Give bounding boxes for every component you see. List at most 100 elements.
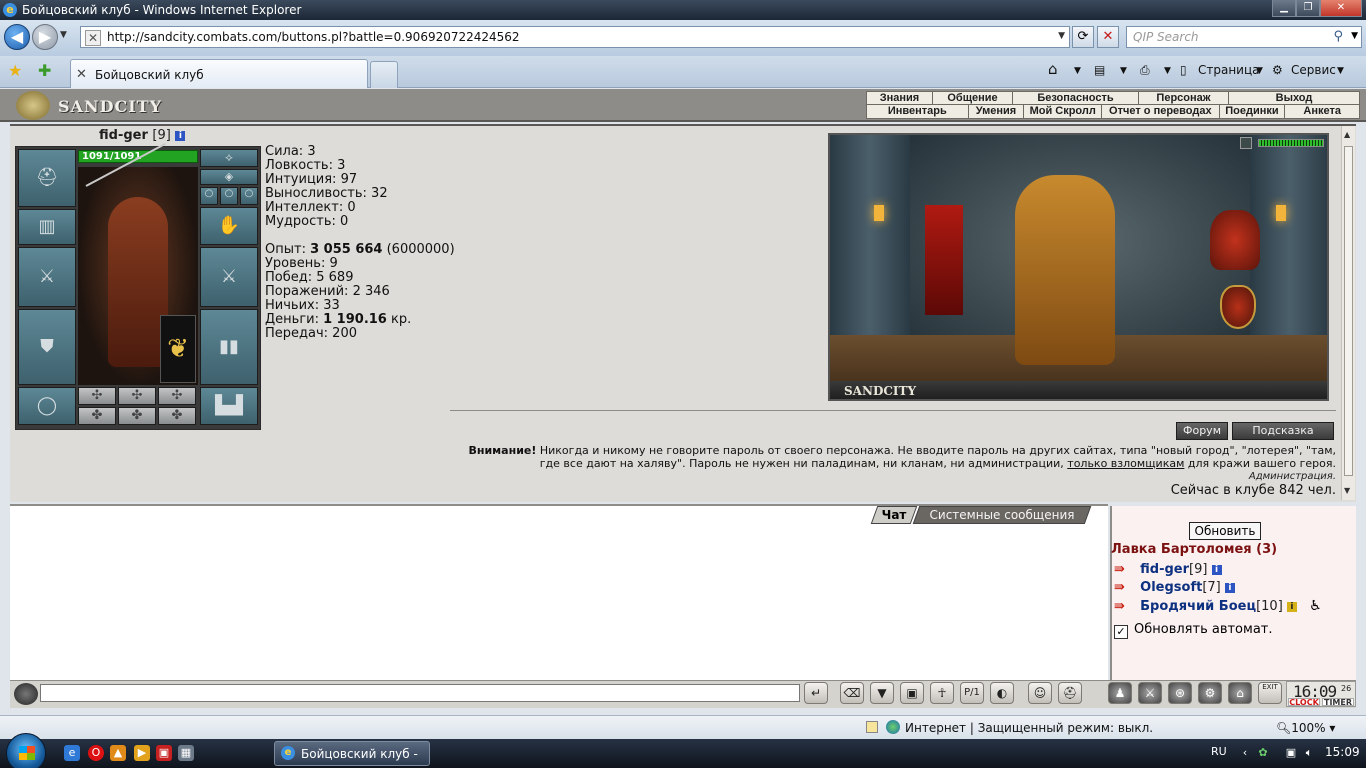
ring-slot-2[interactable]: ○ (220, 187, 238, 205)
zoom-level[interactable]: 🔍︎100% ▾ (1276, 721, 1335, 735)
page-menu[interactable]: Страница (1198, 63, 1260, 77)
feeds-dropdown-icon[interactable]: ▼ (1120, 66, 1127, 76)
forum-button[interactable]: Форум (1176, 422, 1228, 440)
start-button[interactable] (6, 733, 46, 768)
aimp-icon[interactable]: ▲ (110, 745, 126, 761)
map-icon[interactable]: ⊛ (1168, 682, 1192, 704)
refresh-button[interactable]: Обновить (1189, 522, 1261, 540)
shop-icon[interactable]: ⌂ (1228, 682, 1252, 704)
search-icon[interactable]: ⚲ (1333, 29, 1343, 44)
page-menu-icon[interactable]: ▯ (1180, 63, 1187, 77)
print-dropdown-icon[interactable]: ▼ (1164, 66, 1171, 76)
ie-quicklaunch-icon[interactable]: e (64, 745, 80, 761)
service-menu[interactable]: Сервис (1291, 63, 1336, 77)
timer-tab[interactable]: TIMER (1322, 698, 1354, 707)
close-window-button[interactable]: ✕ (1320, 0, 1362, 17)
auto-update-checkbox[interactable]: ✓ Обновлять автомат. (1114, 622, 1273, 639)
filter-icon[interactable]: ▼ (870, 682, 894, 704)
language-indicator[interactable]: RU (1211, 745, 1227, 758)
translit-icon[interactable]: P/1 (960, 682, 984, 704)
video-icon[interactable]: ▣ (156, 745, 172, 761)
leggings-slot[interactable]: ▮▮ (200, 309, 258, 385)
private-message-icon[interactable]: ⇛ (1114, 580, 1136, 595)
rune-slot-3[interactable]: ✣ (158, 387, 196, 405)
stop-icon[interactable]: ✕ (1097, 26, 1119, 48)
character-nick[interactable]: fid-ger (99, 128, 148, 143)
network-icon[interactable]: ▣ (1284, 746, 1298, 760)
character-icon[interactable]: ♟ (1108, 682, 1132, 704)
checkbox-icon[interactable]: ✓ (1114, 625, 1128, 639)
ring-slot-3[interactable]: ○ (240, 187, 258, 205)
calculator-icon[interactable]: ▦ (178, 745, 194, 761)
amulet-slot[interactable]: ◈ (200, 169, 258, 185)
submenu-inventory[interactable]: Инвентарь (867, 105, 969, 118)
home-dropdown-icon[interactable]: ▼ (1074, 66, 1081, 76)
private-message-icon[interactable]: ⇛ (1114, 562, 1136, 577)
menu-communication[interactable]: Общение (933, 92, 1013, 104)
submenu-profile[interactable]: Анкета (1285, 105, 1359, 118)
user-row[interactable]: ⇛ Бродячий Боец[10] i ♿ (1114, 598, 1322, 616)
forward-button[interactable]: ▶ (32, 24, 58, 50)
user-name[interactable]: Olegsoft (1140, 580, 1202, 595)
menu-exit[interactable]: Выход (1229, 92, 1359, 104)
info-icon[interactable]: i (175, 131, 186, 141)
weapon-slot[interactable]: ⚔ (18, 247, 76, 307)
user-name[interactable]: fid-ger (1140, 562, 1189, 577)
history-dropdown-icon[interactable]: ▼ (60, 30, 70, 40)
skills-icon[interactable]: ⚙ (1198, 682, 1222, 704)
search-dropdown-icon[interactable]: ▼ (1351, 31, 1358, 41)
user-row[interactable]: ⇛ Olegsoft[7] i (1114, 580, 1235, 598)
info-icon[interactable]: i (1286, 602, 1297, 612)
save-log-icon[interactable]: ▣ (900, 682, 924, 704)
info-icon[interactable]: i (1211, 565, 1222, 575)
refresh-icon[interactable]: ⟳ (1072, 26, 1094, 48)
menu-security[interactable]: Безопасность (1013, 92, 1139, 104)
opera-icon[interactable]: O (88, 745, 104, 761)
smiles-icon[interactable]: ☺ (1028, 682, 1052, 704)
new-tab-button[interactable] (370, 61, 398, 88)
submenu-scroll[interactable]: Мой Скролл (1024, 105, 1103, 118)
rune-slot-5[interactable]: ✤ (118, 407, 156, 425)
warning-link[interactable]: только взломщикам (1067, 457, 1184, 470)
media-player-icon[interactable]: ▶ (134, 745, 150, 761)
qip-tray-icon[interactable]: ✿ (1256, 746, 1270, 760)
menu-knowledge[interactable]: Знания (867, 92, 933, 104)
attack-icon[interactable]: ♿ (1309, 598, 1322, 614)
exit-icon[interactable]: EXIT (1258, 682, 1282, 704)
rune-slot-1[interactable]: ✣ (78, 387, 116, 405)
page-dropdown-icon[interactable]: ▼ (1256, 66, 1263, 76)
address-bar[interactable]: ✕ http://sandcity.combats.com/buttons.pl… (80, 26, 1070, 48)
favorites-star-icon[interactable]: ★ (8, 61, 22, 80)
add-favorites-icon[interactable]: ✚ (38, 61, 51, 80)
main-scrollbar[interactable]: ▲ ▼ (1341, 126, 1355, 500)
speed-icon[interactable]: ◐ (990, 682, 1014, 704)
submenu-skills[interactable]: Умения (969, 105, 1025, 118)
scroll-thumb[interactable] (1344, 146, 1353, 476)
back-button[interactable]: ◀ (4, 24, 30, 50)
helmet-icon[interactable]: ⛑ (1058, 682, 1082, 704)
print-icon[interactable]: ⎙ (1140, 63, 1150, 78)
address-url[interactable]: http://sandcity.combats.com/buttons.pl?b… (107, 30, 520, 44)
submenu-transfers[interactable]: Отчет о переводах (1102, 105, 1220, 118)
chat-input[interactable] (40, 684, 800, 702)
gear-icon[interactable]: ⚙ (1272, 63, 1283, 77)
user-name[interactable]: Бродячий Боец (1140, 599, 1256, 614)
task-ie-window[interactable]: e Бойцовский клуб - ... (274, 741, 430, 768)
tab-chat[interactable]: Чат (870, 506, 918, 524)
clock-tab[interactable]: CLOCK (1288, 698, 1320, 707)
chat-area[interactable] (10, 504, 1108, 680)
gloves-slot[interactable]: ✋ (200, 207, 258, 245)
sound-icon[interactable] (1240, 137, 1252, 149)
address-dropdown-icon[interactable]: ▼ (1058, 31, 1065, 41)
search-input[interactable]: QIP Search ⚲ ▼ (1126, 26, 1362, 48)
zone-status[interactable]: Интернет | Защищенный режим: выкл. (905, 721, 1153, 735)
belt-slot[interactable]: ◯ (18, 387, 76, 425)
pet-eagle-icon[interactable]: ❦ (160, 315, 196, 383)
protected-mode-icon[interactable] (866, 721, 878, 733)
info-icon[interactable]: i (1224, 583, 1235, 593)
rune-slot-4[interactable]: ✤ (78, 407, 116, 425)
minimize-button[interactable]: ▁ (1272, 0, 1296, 17)
scroll-up-icon[interactable]: ▲ (1344, 130, 1350, 139)
character-name[interactable]: fid-ger [9] i (99, 128, 186, 143)
feeds-icon[interactable]: ▤ (1094, 63, 1105, 77)
